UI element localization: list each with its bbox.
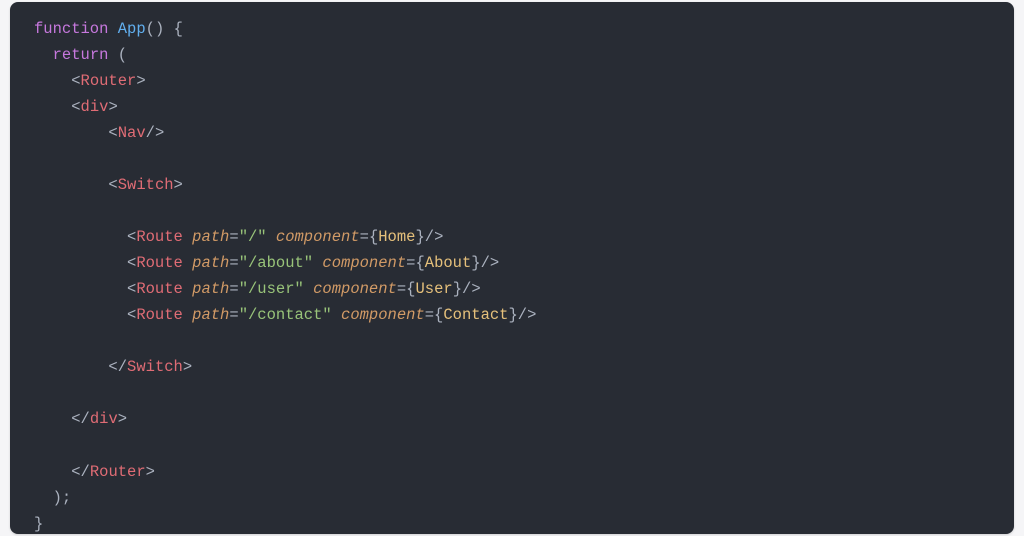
equals: = xyxy=(229,306,238,324)
string-path-contact: "/contact" xyxy=(239,306,332,324)
component-nav: Nav xyxy=(118,124,146,142)
attr-path: path xyxy=(192,306,229,324)
brace-close: } xyxy=(34,515,43,533)
function-name: App xyxy=(118,20,146,38)
component-route: Route xyxy=(136,280,183,298)
brace-close: } xyxy=(471,254,480,272)
component-switch-close: Switch xyxy=(127,358,183,376)
angle-open: < xyxy=(127,254,136,272)
attr-component: component xyxy=(322,254,406,272)
equals: = xyxy=(425,306,434,324)
brace-open: { xyxy=(369,228,378,246)
component-switch-open: Switch xyxy=(118,176,174,194)
angle-close: > xyxy=(108,98,117,116)
string-path-user: "/user" xyxy=(239,280,304,298)
slash: / xyxy=(462,280,471,298)
angle-close: > xyxy=(183,358,192,376)
attr-component: component xyxy=(341,306,425,324)
component-router-close: Router xyxy=(90,463,146,481)
value-home: Home xyxy=(378,228,415,246)
brace-close: } xyxy=(415,228,424,246)
equals: = xyxy=(397,280,406,298)
paren-open: ( xyxy=(118,46,127,64)
keyword-return: return xyxy=(53,46,109,64)
slash: / xyxy=(146,124,155,142)
slash: / xyxy=(481,254,490,272)
attr-component: component xyxy=(313,280,397,298)
component-div-close: div xyxy=(90,410,118,428)
brace-open: { xyxy=(174,20,183,38)
attr-path: path xyxy=(192,280,229,298)
string-path-home: "/" xyxy=(239,228,267,246)
brace-close: } xyxy=(453,280,462,298)
angle-open: < xyxy=(71,98,80,116)
angle-close: > xyxy=(471,280,480,298)
brace-close: } xyxy=(508,306,517,324)
angle-open: < xyxy=(71,463,80,481)
value-contact: Contact xyxy=(443,306,508,324)
slash: / xyxy=(425,228,434,246)
slash: / xyxy=(81,410,90,428)
angle-open: < xyxy=(127,228,136,246)
equals: = xyxy=(229,254,238,272)
angle-open: < xyxy=(108,124,117,142)
angle-close: > xyxy=(527,306,536,324)
angle-close: > xyxy=(174,176,183,194)
angle-close: > xyxy=(118,410,127,428)
angle-open: < xyxy=(71,410,80,428)
code-block: function App() { return ( <Router> <div>… xyxy=(10,2,1014,534)
component-div-open: div xyxy=(81,98,109,116)
angle-open: < xyxy=(108,358,117,376)
angle-close: > xyxy=(155,124,164,142)
attr-path: path xyxy=(192,228,229,246)
attr-component: component xyxy=(276,228,360,246)
equals: = xyxy=(360,228,369,246)
equals: = xyxy=(229,228,238,246)
slash: / xyxy=(118,358,127,376)
brace-open: { xyxy=(415,254,424,272)
value-about: About xyxy=(425,254,472,272)
angle-close: > xyxy=(434,228,443,246)
angle-close: > xyxy=(136,72,145,90)
equals: = xyxy=(229,280,238,298)
slash: / xyxy=(81,463,90,481)
keyword-function: function xyxy=(34,20,108,38)
component-route: Route xyxy=(136,306,183,324)
semicolon: ; xyxy=(62,489,71,507)
angle-open: < xyxy=(127,306,136,324)
angle-close: > xyxy=(146,463,155,481)
attr-path: path xyxy=(192,254,229,272)
angle-open: < xyxy=(108,176,117,194)
component-route: Route xyxy=(136,254,183,272)
parens: () xyxy=(146,20,165,38)
string-path-about: "/about" xyxy=(239,254,313,272)
brace-open: { xyxy=(434,306,443,324)
angle-close: > xyxy=(490,254,499,272)
component-router-open: Router xyxy=(81,72,137,90)
code-content: function App() { return ( <Router> <div>… xyxy=(34,16,990,534)
slash: / xyxy=(518,306,527,324)
component-route: Route xyxy=(136,228,183,246)
paren-close: ) xyxy=(53,489,62,507)
angle-open: < xyxy=(71,72,80,90)
angle-open: < xyxy=(127,280,136,298)
value-user: User xyxy=(415,280,452,298)
